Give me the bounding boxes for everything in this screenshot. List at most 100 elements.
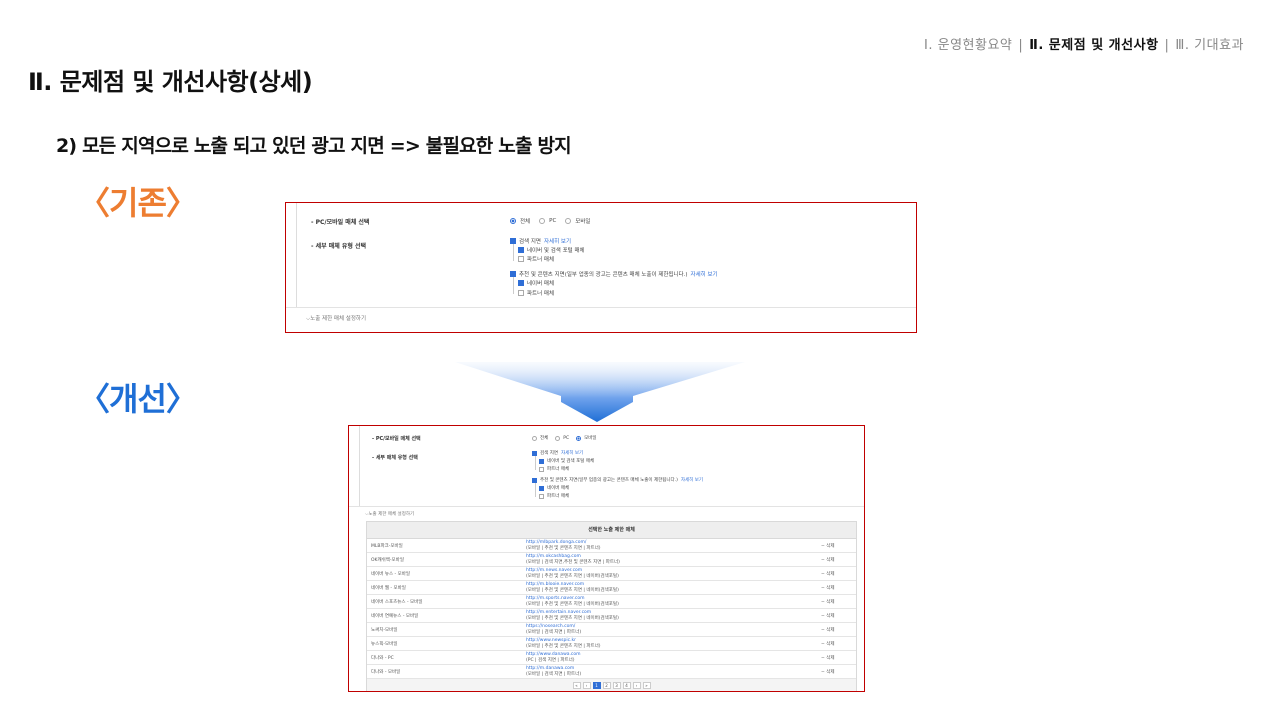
partner-search-label: 파트너 매체 xyxy=(547,467,570,472)
search-area-label: 검색 지면 xyxy=(519,239,541,245)
delete-label: 삭제 xyxy=(826,558,835,563)
page-button[interactable]: ‹ xyxy=(582,681,591,689)
page-button[interactable]: 3 xyxy=(612,681,621,689)
delete-button[interactable]: − 삭제 xyxy=(821,613,834,619)
radio-pc[interactable] xyxy=(555,435,561,441)
partner-search-label: 파트너 매체 xyxy=(527,257,555,263)
table-row: 뉴스픽-모바일 http://www.newspic.kr (모바일 | 추천 및 … xyxy=(367,637,856,651)
radio-all-label: 전체 xyxy=(540,436,549,441)
table-row: OK캐쉬백-모바일 http://m.okcashbag.com (모바일 | 검색… xyxy=(367,553,856,567)
delete-label: 삭제 xyxy=(826,656,835,661)
delete-label: 삭제 xyxy=(826,600,835,605)
naver-search-label: 네이버 및 검색 포털 매체 xyxy=(527,248,585,254)
search-detail-link[interactable]: 자세히 보기 xyxy=(561,450,583,456)
tree-line xyxy=(535,483,536,497)
media-desc: (모바일 | 추천 및 콘텐츠 지면 | 네이버(검색포털) xyxy=(526,588,619,593)
nav-item-effects: Ⅲ. 기대효과 xyxy=(1175,38,1244,53)
partner-content-checkbox[interactable] xyxy=(539,493,544,499)
media-url-cell: http://m.danawa.com (모바일 | 검색 지면 | 파트너) xyxy=(526,666,581,678)
partner-search-checkbox[interactable] xyxy=(539,466,544,472)
delete-button[interactable]: − 삭제 xyxy=(821,571,834,577)
expand-label: 노출 제한 매체 설정하기 xyxy=(310,316,367,322)
radio-all-label: 전체 xyxy=(520,219,531,225)
delete-label: 삭제 xyxy=(826,628,835,633)
content-detail-link[interactable]: 자세히 보기 xyxy=(691,270,718,278)
delete-button[interactable]: − 삭제 xyxy=(821,669,834,675)
content-area-label: 추천 및 콘텐츠 지면(일부 업종의 광고는 콘텐츠 매체 노출이 제한됩니다.… xyxy=(540,478,678,483)
search-detail-link[interactable]: 자세히 보기 xyxy=(544,237,571,245)
media-name-cell: 네이버 웹 - 모바일 xyxy=(371,586,406,591)
divider xyxy=(286,307,916,308)
radio-mobile-label: 모바일 xyxy=(584,436,597,441)
delete-button[interactable]: − 삭제 xyxy=(821,599,834,605)
search-area-checkbox[interactable] xyxy=(532,450,537,456)
radio-mobile[interactable] xyxy=(576,435,582,441)
tree-line xyxy=(513,244,514,261)
search-area-label: 검색 지면 xyxy=(540,451,558,456)
media-url-cell: http://m.blooie.naver.com (모바일 | 추천 및 콘텐츠… xyxy=(526,582,619,594)
media-name-cell: 네이버 뉴스 - 모바일 xyxy=(371,572,411,577)
media-type-label: - PC/모바일 매체 선택 xyxy=(311,219,370,226)
media-desc: (PC | 검색 지면 | 파트너) xyxy=(526,658,575,663)
radio-all[interactable] xyxy=(510,218,516,224)
tree-line xyxy=(535,456,536,470)
media-name-cell: 뉴스픽-모바일 xyxy=(371,642,398,647)
content-area-option: 추천 및 콘텐츠 지면(일부 업종의 광고는 콘텐츠 매체 노출이 제한됩니다.… xyxy=(510,270,718,278)
page-button[interactable]: 4 xyxy=(622,681,631,689)
table-row: 네이버 뉴스 - 모바일 http://m.news.naver.com (모바일 … xyxy=(367,567,856,581)
radio-all[interactable] xyxy=(532,435,537,441)
delete-button[interactable]: − 삭제 xyxy=(821,543,834,549)
nav-divider: | xyxy=(1164,38,1170,53)
page-title: Ⅱ. 문제점 및 개선사항(상세) xyxy=(28,68,313,96)
page-button[interactable]: › xyxy=(632,681,641,689)
media-url-cell: http://www.newspic.kr (모바일 | 추천 및 콘텐츠 지면 … xyxy=(526,638,601,650)
content-area-label: 추천 및 콘텐츠 지면(일부 업종의 광고는 콘텐츠 매체 노출이 제한됩니다.… xyxy=(519,272,688,278)
section-subtitle: 2) 모든 지역으로 노출 되고 있던 광고 지면 => 불필요한 노출 방지 xyxy=(56,135,572,157)
naver-content-option: 네이버 매체 xyxy=(539,485,569,491)
expand-restriction-toggle[interactable]: ⌵노출 제한 매체 설정하기 xyxy=(306,314,366,323)
table-row: 노써치-모바일 https://nosearch.com/(모바일 | 검색 지면… xyxy=(367,623,856,637)
page-button[interactable]: 1 xyxy=(592,681,601,689)
delete-button[interactable]: − 삭제 xyxy=(821,557,834,563)
table-header: 선택한 노출 제한 매체 xyxy=(367,522,856,539)
divider xyxy=(349,506,864,507)
table-row: 네이버 스포츠뉴스 - 모바일 http://m.sports.naver.com… xyxy=(367,595,856,609)
page-button[interactable]: 2 xyxy=(602,681,611,689)
media-desc: (모바일 | 추천 및 콘텐츠 지면 | 네이버(검색포털) xyxy=(526,616,619,621)
section-nav: Ⅰ. 운영현황요약 | Ⅱ. 문제점 및 개선사항 | Ⅲ. 기대효과 xyxy=(924,34,1244,53)
expand-restriction-toggle[interactable]: ⌵노출 제한 매체 설정하기 xyxy=(365,511,414,517)
media-url-cell: http://m.sports.naver.com (모바일 | 추천 및 콘텐츠… xyxy=(526,596,619,608)
media-desc: (모바일 | 추천 및 콘텐츠 지면 | 파트너) xyxy=(526,644,601,649)
media-desc: (모바일 | 추천 및 콘텐츠 지면 | 파트너) xyxy=(526,546,601,551)
page-button[interactable]: » xyxy=(642,681,651,689)
delete-button[interactable]: − 삭제 xyxy=(821,641,834,647)
nav-item-summary: Ⅰ. 운영현황요약 xyxy=(924,38,1013,53)
down-arrow-icon xyxy=(455,362,745,422)
media-name-cell: OK캐쉬백-모바일 xyxy=(371,558,404,563)
naver-search-checkbox[interactable] xyxy=(518,247,524,253)
content-area-checkbox[interactable] xyxy=(532,477,537,483)
media-desc: (모바일 | 검색 지면 | 파트너) xyxy=(526,672,582,677)
radio-pc[interactable] xyxy=(539,218,546,224)
radio-mobile[interactable] xyxy=(565,218,572,224)
table-row: 네이버 웹 - 모바일 http://m.blooie.naver.com (모바일… xyxy=(367,581,856,595)
delete-button[interactable]: − 삭제 xyxy=(821,627,834,633)
naver-content-checkbox[interactable] xyxy=(518,280,524,286)
naver-search-option: 네이버 및 검색 포털 매체 xyxy=(518,246,585,254)
content-detail-link[interactable]: 자세히 보기 xyxy=(681,477,703,483)
naver-content-checkbox[interactable] xyxy=(539,485,544,491)
media-desc: (모바일 | 추천 및 콘텐츠 지면 | 네이버(검색포털) xyxy=(526,574,619,579)
media-type-label: - PC/모바일 매체 선택 xyxy=(372,436,421,442)
delete-button[interactable]: − 삭제 xyxy=(821,585,834,591)
partner-search-option: 파트너 매체 xyxy=(518,255,554,263)
settings-form: - PC/모바일 매체 선택 전체 PC 모바일 - 세부 매체 유형 선택 검… xyxy=(359,426,864,506)
naver-search-checkbox[interactable] xyxy=(539,458,544,464)
media-url-cell: https://nosearch.com/(모바일 | 검색 지면 | 파트너) xyxy=(526,624,581,636)
partner-content-checkbox[interactable] xyxy=(518,290,524,296)
partner-search-checkbox[interactable] xyxy=(518,256,524,262)
detail-type-label: - 세부 매체 유형 선택 xyxy=(311,243,367,250)
partner-content-label: 파트너 매체 xyxy=(547,494,570,499)
delete-button[interactable]: − 삭제 xyxy=(821,655,834,661)
tree-line xyxy=(513,277,514,294)
page-button[interactable]: « xyxy=(572,681,581,689)
